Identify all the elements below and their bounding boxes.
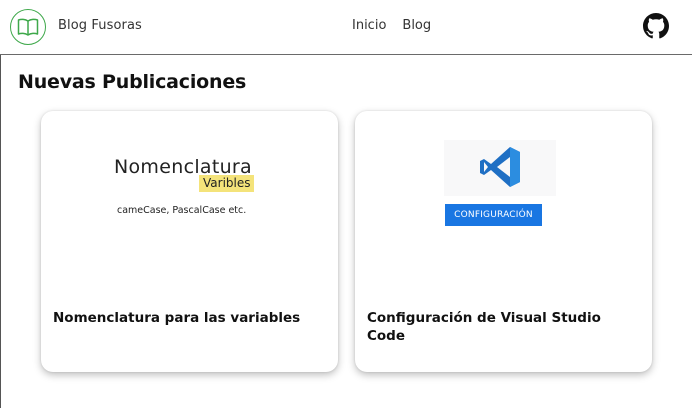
site-logo[interactable] xyxy=(10,9,46,45)
site-brand[interactable]: Blog Fusoras xyxy=(58,18,142,33)
post-title[interactable]: Nomenclatura para las variables xyxy=(53,309,328,327)
vscode-icon xyxy=(480,147,520,187)
top-navbar: Blog Fusoras Inicio Blog xyxy=(0,0,692,55)
thumbnail-badge: Varibles xyxy=(199,175,255,192)
post-card-vscode[interactable]: CONFIGURACIÓN Configuración de Visual St… xyxy=(355,111,652,372)
section-title: Nuevas Publicaciones xyxy=(18,71,247,93)
book-icon xyxy=(17,18,39,36)
thumbnail-config-button: CONFIGURACIÓN xyxy=(445,204,542,226)
main-nav: Inicio Blog xyxy=(352,18,431,33)
page-left-border xyxy=(0,55,1,408)
thumbnail-subtitle: cameCase, PascalCase etc. xyxy=(117,205,247,216)
nav-link-blog[interactable]: Blog xyxy=(402,18,431,33)
post-title[interactable]: Configuración de Visual Studio Code xyxy=(367,309,642,345)
post-card-nomenclatura[interactable]: Nomenclatura Varibles cameCase, PascalCa… xyxy=(41,111,338,372)
github-icon[interactable] xyxy=(643,13,669,39)
nav-link-inicio[interactable]: Inicio xyxy=(352,18,386,33)
